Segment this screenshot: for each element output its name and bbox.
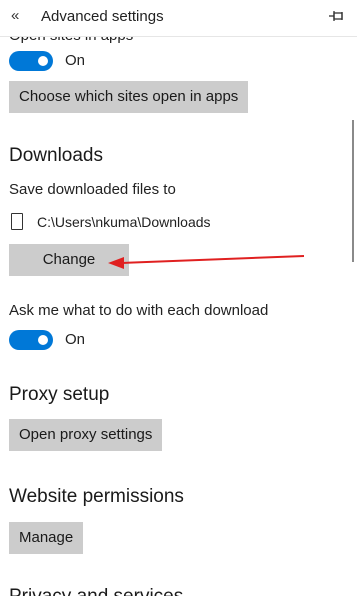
change-download-location-button[interactable]: Change [9, 244, 129, 276]
advanced-settings-panel: Open sites in apps On Choose which sites… [0, 0, 357, 596]
save-downloads-label: Save downloaded files to [9, 181, 176, 198]
choose-sites-open-in-apps-button[interactable]: Choose which sites open in apps [9, 81, 249, 113]
downloads-heading: Downloads [9, 145, 103, 166]
ask-each-download-toggle[interactable] [9, 330, 53, 350]
website-permissions-heading: Website permissions [9, 486, 184, 507]
double-chevron-left-icon[interactable]: « [11, 7, 29, 25]
privacy-services-heading: Privacy and services [9, 586, 183, 596]
page-title: Advanced settings [41, 8, 164, 25]
ask-each-download-toggle-state: On [65, 331, 86, 348]
open-proxy-settings-button[interactable]: Open proxy settings [9, 419, 163, 451]
open-in-apps-toggle[interactable] [9, 51, 53, 71]
toggle-knob [38, 56, 48, 66]
settings-content: Open sites in apps On Choose which sites… [0, 0, 357, 596]
pin-icon[interactable] [327, 8, 345, 24]
ask-each-download-label: Ask me what to do with each download [9, 302, 269, 319]
document-icon [11, 213, 23, 230]
toggle-knob [38, 335, 48, 345]
download-path: C:\Users\nkuma\Downloads [37, 214, 211, 230]
proxy-setup-heading: Proxy setup [9, 384, 110, 405]
settings-header: « Advanced settings [0, 0, 357, 37]
scrollbar-thumb[interactable] [352, 120, 354, 262]
manage-permissions-button[interactable]: Manage [9, 522, 84, 554]
open-in-apps-toggle-state: On [65, 52, 86, 69]
